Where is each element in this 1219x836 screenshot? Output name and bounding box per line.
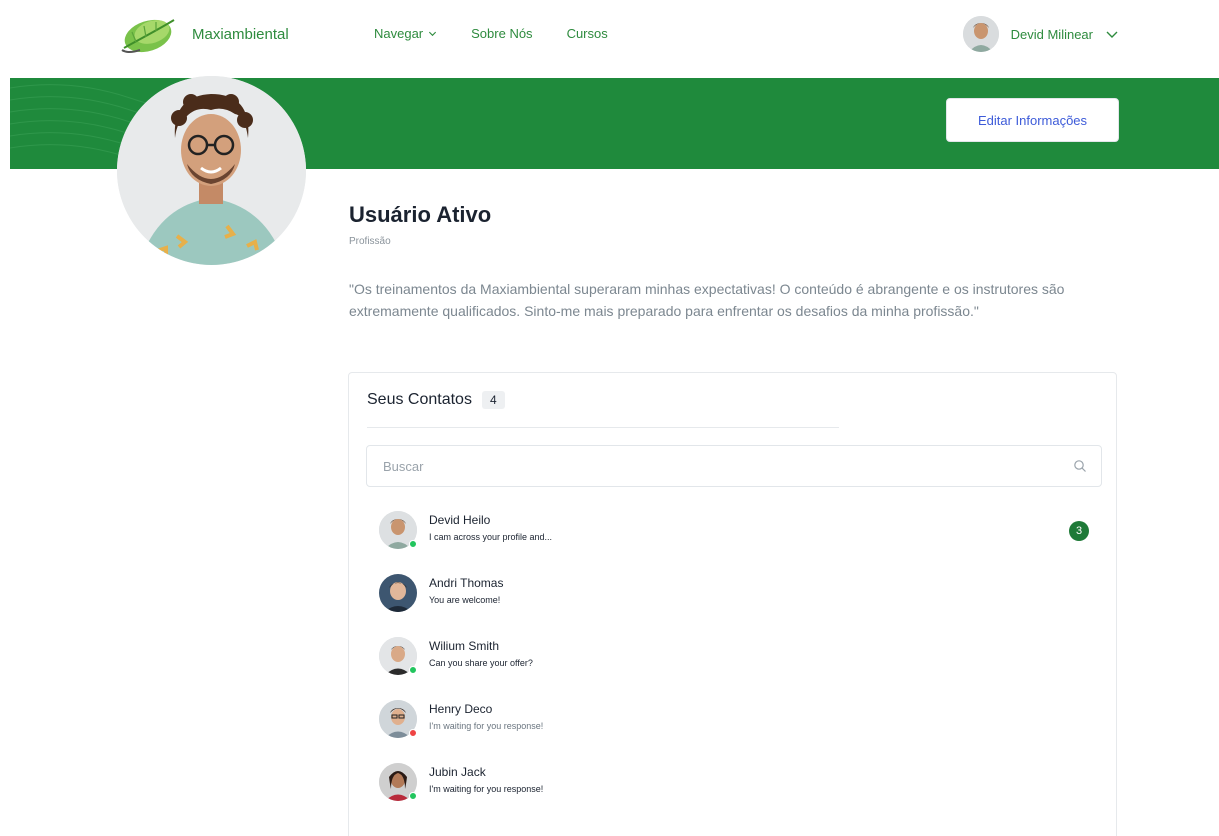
nav-item-cursos[interactable]: Cursos — [567, 26, 608, 41]
user-menu[interactable]: Devid Milinear — [962, 16, 1119, 52]
profile-quote: "Os treinamentos da Maxiambiental supera… — [349, 281, 1065, 319]
contact-message: Can you share your offer? — [429, 658, 533, 668]
contact-message: I cam across your profile and... — [429, 532, 553, 542]
avatar — [379, 763, 417, 801]
avatar — [379, 511, 417, 549]
contacts-header: Seus Contatos 4 — [367, 391, 505, 409]
leaf-logo-icon — [121, 19, 175, 53]
chevron-down-icon — [429, 31, 437, 37]
search-input[interactable] — [367, 446, 1047, 486]
contact-list: Devid Heilo I cam across your profile an… — [379, 511, 1099, 826]
status-online-dot — [409, 666, 417, 674]
nav-item-label: Navegar — [374, 26, 424, 41]
unread-count-badge: 3 — [1069, 521, 1089, 541]
contact-message: I'm waiting for you response! — [429, 721, 544, 731]
contacts-title: Seus Contatos — [367, 391, 472, 408]
avatar — [379, 637, 417, 675]
profile-photo — [117, 76, 306, 265]
avatar — [379, 574, 417, 612]
list-item[interactable]: Devid Heilo I cam across your profile an… — [379, 511, 1099, 574]
brand[interactable]: Maxiambiental — [118, 10, 289, 58]
divider — [367, 427, 839, 428]
main-nav: Navegar Sobre Nós Cursos — [374, 26, 608, 41]
profile-name: Usuário Ativo — [349, 202, 492, 227]
contact-message: You are welcome! — [429, 595, 501, 605]
nav-item-navegar[interactable]: Navegar — [374, 26, 437, 41]
contact-name: Devid Heilo — [429, 513, 491, 527]
profile-role: Profissão — [349, 236, 391, 247]
status-busy-dot — [409, 729, 417, 737]
avatar — [379, 700, 417, 738]
list-item[interactable]: Jubin Jack I'm waiting for you response! — [379, 763, 1099, 826]
contact-message: I'm waiting for you response! — [429, 784, 544, 794]
status-online-dot — [409, 792, 417, 800]
chevron-down-icon — [1106, 31, 1118, 38]
status-online-dot — [409, 540, 417, 548]
list-item[interactable]: Andri Thomas You are welcome! — [379, 574, 1099, 637]
user-name: Devid Milinear — [1010, 26, 1093, 42]
top-navbar: Maxiambiental Navegar Sobre Nós Cursos D… — [0, 0, 1219, 78]
contact-name: Andri Thomas — [429, 576, 504, 590]
search-icon[interactable] — [1073, 459, 1087, 473]
contacts-count-badge: 4 — [481, 391, 505, 409]
list-item[interactable]: Henry Deco I'm waiting for you response! — [379, 700, 1099, 763]
contact-name: Henry Deco — [429, 702, 493, 716]
contact-name: Jubin Jack — [429, 765, 486, 779]
nav-item-sobre-nos[interactable]: Sobre Nós — [471, 26, 532, 41]
contacts-card: Seus Contatos 4 Devid Heilo I ca — [348, 372, 1117, 836]
list-item[interactable]: Wilium Smith Can you share your offer? — [379, 637, 1099, 700]
search-box — [366, 445, 1102, 487]
brand-name: Maxiambiental — [192, 25, 289, 43]
edit-info-button[interactable]: Editar Informações — [946, 98, 1119, 142]
avatar — [962, 16, 999, 52]
contact-name: Wilium Smith — [429, 639, 500, 653]
